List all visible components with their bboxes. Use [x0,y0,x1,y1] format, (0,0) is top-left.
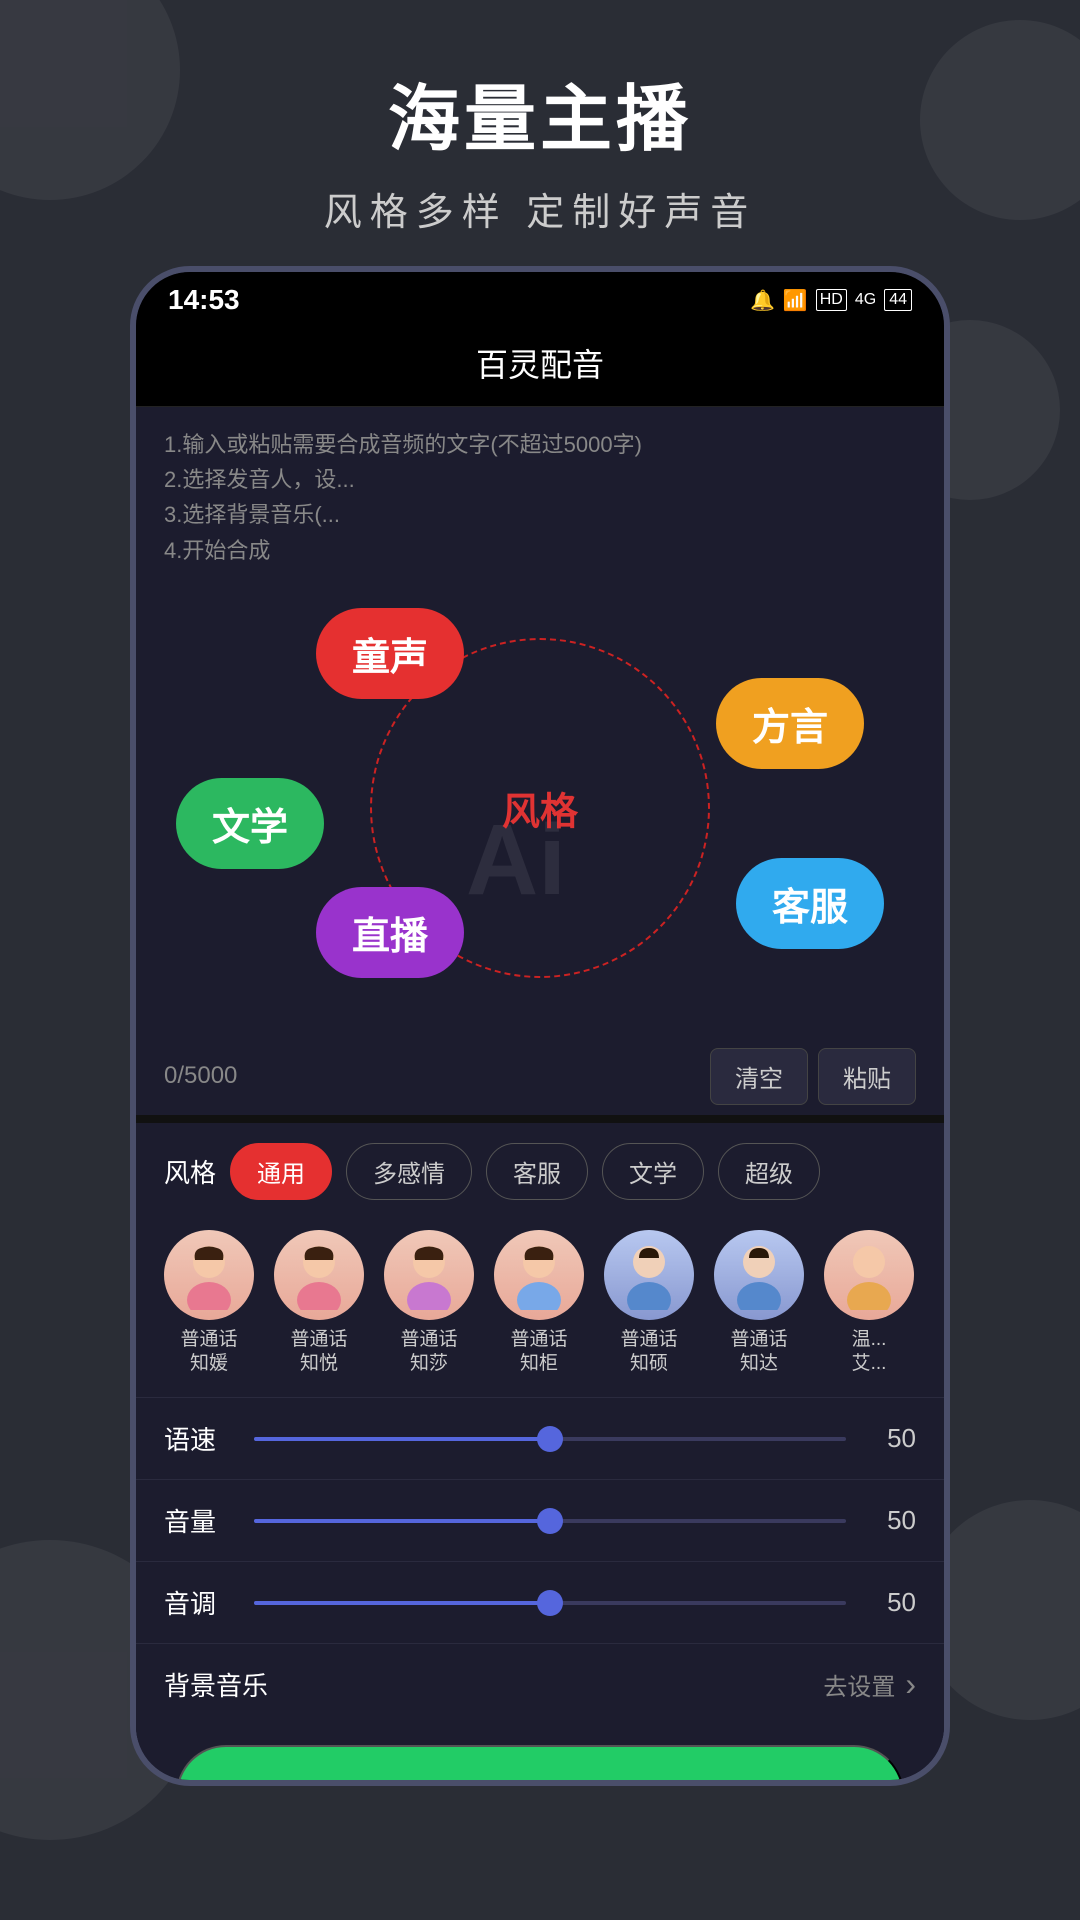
section-divider [136,1115,944,1123]
sub-title: 风格多样 定制好声音 [0,181,1080,236]
voice-name-6: 温...艾... [852,1328,887,1377]
voice-item-3[interactable]: 普通话知柜 [494,1230,584,1377]
voice-item-5[interactable]: 普通话知达 [714,1230,804,1377]
app-content: 1.输入或粘贴需要合成音频的文字(不超过5000字) 2.选择发音人，设... … [136,407,944,1786]
voice-item-4[interactable]: 普通话知硕 [604,1230,694,1377]
pitch-track[interactable] [254,1601,846,1605]
bubble-tongsheng[interactable]: 童声 [316,608,464,699]
voice-name-1: 普通话知悦 [290,1328,347,1377]
bubble-kefu[interactable]: 客服 [736,858,884,949]
speed-thumb[interactable] [537,1426,563,1452]
volume-value: 50 [866,1505,916,1536]
synth-button[interactable]: 开始合成 [176,1745,904,1786]
style-tag-0[interactable]: 通用 [230,1143,332,1200]
avatar-4 [604,1230,694,1320]
counter-text: 0/5000 [164,1062,237,1090]
avatar-6 [824,1230,914,1320]
text-input-area[interactable]: 1.输入或粘贴需要合成音频的文字(不超过5000字) 2.选择发音人，设... … [136,407,944,578]
clear-button[interactable]: 清空 [710,1048,808,1105]
instruction-line2: 2.选择发音人，设... [164,462,916,497]
status-icons: 🔔 📶 HD 4G 44 [750,288,912,313]
bg-music-setting: 去设置 [823,1667,895,1702]
instruction-line3: 3.选择背景音乐(... [164,497,916,532]
avatar-0 [164,1230,254,1320]
speed-track[interactable] [254,1437,846,1441]
pitch-thumb[interactable] [537,1590,563,1616]
voice-name-2: 普通话知莎 [400,1328,457,1377]
status-time: 14:53 [168,284,240,316]
battery-icon: 44 [884,289,912,311]
voice-wheel-container: 风格 童声 方言 文学 客服 直播 Ai [136,578,944,1038]
pitch-fill [254,1601,550,1605]
synth-btn-wrap: 开始合成 [136,1725,944,1786]
bg-music-row[interactable]: 背景音乐 去设置 › [136,1643,944,1725]
avatar-2 [384,1230,474,1320]
style-filter-label: 风格 [164,1153,216,1190]
voice-name-5: 普通话知达 [730,1328,787,1377]
instruction-line4: 4.开始合成 [164,533,916,568]
speed-slider-row: 语速 50 [136,1397,944,1479]
voice-item-0[interactable]: 普通话知媛 [164,1230,254,1377]
voice-item-6[interactable]: 温...艾... [824,1230,914,1377]
style-tag-4[interactable]: 超级 [718,1143,820,1200]
volume-track[interactable] [254,1519,846,1523]
mute-icon: 🔔 [750,288,775,313]
pitch-label: 音调 [164,1584,234,1621]
app-title: 百灵配音 [476,347,604,383]
pitch-slider-row: 音调 50 [136,1561,944,1643]
voice-avatar-row: 普通话知媛 普通话知悦 [136,1220,944,1397]
bg-music-arrow: › [905,1666,916,1703]
speed-value: 50 [866,1423,916,1454]
voice-name-3: 普通话知柜 [510,1328,567,1377]
hd-icon: HD [816,289,847,311]
action-buttons: 清空 粘贴 [710,1048,916,1105]
style-tag-2[interactable]: 客服 [486,1143,588,1200]
paste-button[interactable]: 粘贴 [818,1048,916,1105]
volume-label: 音量 [164,1502,234,1539]
voice-item-1[interactable]: 普通话知悦 [274,1230,364,1377]
instructions: 1.输入或粘贴需要合成音频的文字(不超过5000字) 2.选择发音人，设... … [164,427,916,568]
style-tag-1[interactable]: 多感情 [346,1143,472,1200]
bg-music-label: 背景音乐 [164,1666,268,1703]
avatar-5 [714,1230,804,1320]
counter-row: 0/5000 清空 粘贴 [136,1038,944,1115]
speed-label: 语速 [164,1420,234,1457]
pitch-value: 50 [866,1587,916,1618]
style-tag-3[interactable]: 文学 [602,1143,704,1200]
volume-slider-row: 音量 50 [136,1479,944,1561]
speed-fill [254,1437,550,1441]
bubble-fangyan[interactable]: 方言 [716,678,864,769]
instruction-line1: 1.输入或粘贴需要合成音频的文字(不超过5000字) [164,427,916,462]
app-header: 百灵配音 [136,324,944,407]
voice-name-0: 普通话知媛 [180,1328,237,1377]
voice-name-4: 普通话知硕 [620,1328,677,1377]
volume-fill [254,1519,550,1523]
status-bar: 14:53 🔔 📶 HD 4G 44 [136,272,944,324]
volume-thumb[interactable] [537,1508,563,1534]
wheel-center: 风格 [502,780,578,835]
network-icon: 4G [855,291,876,309]
bg-music-right: 去设置 › [823,1666,916,1703]
phone-frame: 14:53 🔔 📶 HD 4G 44 百灵配音 1.输入或粘贴需要合成音频的文字… [130,266,950,1786]
style-filter-row: 风格 通用 多感情 客服 文学 超级 [136,1123,944,1220]
avatar-3 [494,1230,584,1320]
voice-item-2[interactable]: 普通话知莎 [384,1230,474,1377]
avatar-1 [274,1230,364,1320]
bubble-zhibo[interactable]: 直播 [316,887,464,978]
bubble-wenxue[interactable]: 文学 [176,778,324,869]
wifi-icon: 📶 [783,288,808,313]
